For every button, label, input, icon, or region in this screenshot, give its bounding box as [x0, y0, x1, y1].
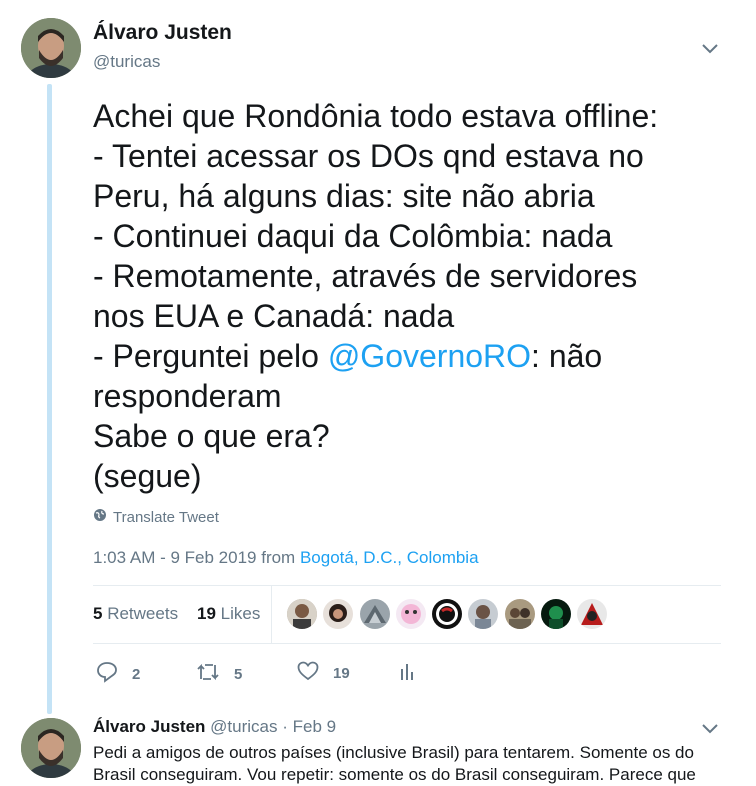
retweet-count: 5 [234, 665, 243, 683]
like-count: 19 [333, 664, 350, 682]
location-link[interactable]: Bogotá, D.C., Colombia [300, 548, 479, 567]
retweet-button[interactable]: 5 [196, 661, 242, 687]
tweet-metadata: 1:03 AM - 9 Feb 2019 from Bogotá, D.C., … [93, 548, 479, 568]
chevron-down-icon[interactable] [702, 42, 718, 60]
liker-avatar[interactable] [577, 599, 607, 629]
author-handle[interactable]: @turicas [93, 52, 160, 72]
reply-button[interactable]: 2 [96, 661, 140, 687]
liker-avatar[interactable] [468, 599, 498, 629]
author-name[interactable]: Álvaro Justen [93, 21, 232, 45]
liker-avatar[interactable] [541, 599, 571, 629]
liker-avatar[interactable] [323, 599, 353, 629]
liker-avatar[interactable] [396, 599, 426, 629]
liker-avatar[interactable] [287, 599, 317, 629]
reply-author-handle[interactable]: @turicas [210, 717, 277, 736]
tweet-text: Achei que Rondônia todo estava offline: … [93, 98, 659, 494]
divider [93, 643, 721, 644]
engagement-stats: 5 Retweets 19 Likes [93, 604, 260, 624]
divider [93, 585, 721, 586]
like-button[interactable]: 19 [297, 661, 350, 685]
analytics-icon [400, 661, 414, 685]
retweets-stat[interactable]: 5 Retweets [93, 604, 178, 623]
retweet-icon [196, 661, 220, 687]
stats-divider [271, 586, 272, 643]
reply-text: Pedi a amigos de outros países (inclusiv… [93, 743, 696, 784]
reply-author-name[interactable]: Álvaro Justen [93, 717, 205, 736]
likes-stat[interactable]: 19 Likes [197, 604, 260, 623]
globe-icon [93, 508, 107, 526]
heart-icon [297, 661, 319, 685]
thread-connector-line [47, 84, 52, 714]
liker-avatar[interactable] [505, 599, 535, 629]
reply-author-avatar[interactable] [21, 718, 81, 778]
reply-date[interactable]: · Feb 9 [282, 717, 336, 736]
author-avatar[interactable] [21, 18, 81, 78]
reply-icon [96, 661, 118, 687]
reply-header: Álvaro Justen @turicas · Feb 9 [93, 717, 336, 737]
translate-tweet-link[interactable]: Translate Tweet [93, 508, 219, 526]
translate-label: Translate Tweet [113, 508, 219, 526]
timestamp[interactable]: 1:03 AM - 9 Feb 2019 from [93, 548, 300, 567]
chevron-down-icon[interactable] [702, 722, 718, 740]
liker-avatar[interactable] [432, 599, 462, 629]
liker-avatar[interactable] [360, 599, 390, 629]
mention-link[interactable]: @GovernoRO [328, 338, 531, 374]
analytics-button[interactable] [400, 661, 414, 685]
reply-count: 2 [132, 665, 141, 683]
